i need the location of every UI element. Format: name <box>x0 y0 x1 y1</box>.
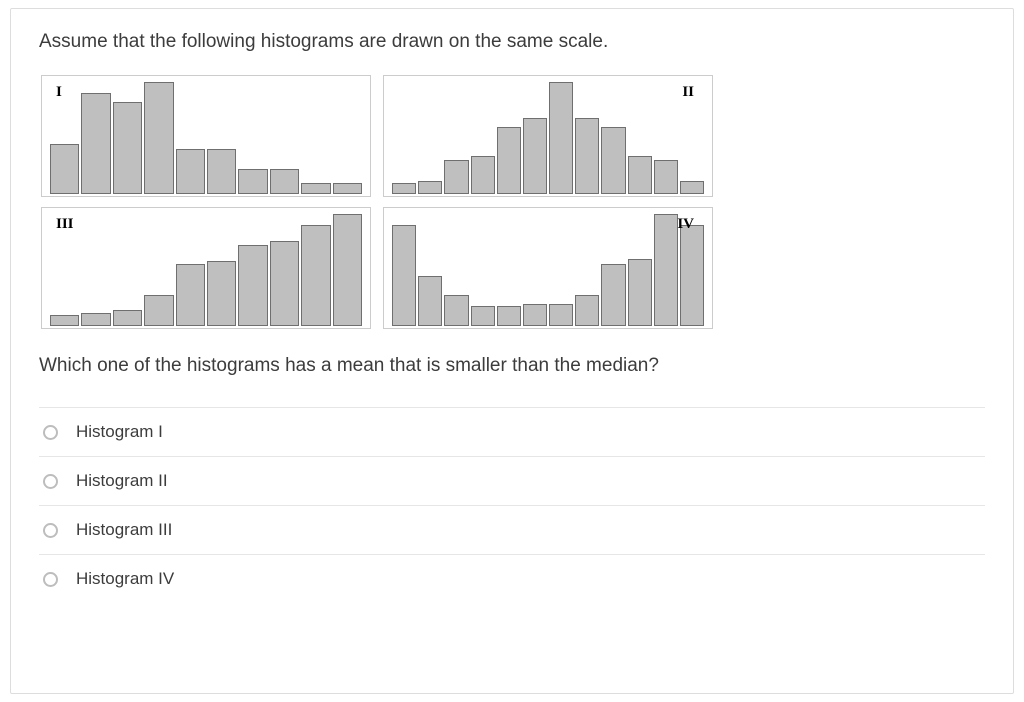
histogram-label: II <box>682 84 694 101</box>
histogram-bar <box>523 304 547 326</box>
histogram-bar <box>523 118 547 194</box>
answer-option-label: Histogram II <box>76 471 168 491</box>
histogram-label: I <box>56 84 62 101</box>
histogram-IV: IV <box>383 207 713 329</box>
answer-option-label: Histogram IV <box>76 569 174 589</box>
histogram-bar <box>113 102 142 194</box>
histogram-bar <box>270 241 299 326</box>
histogram-bars <box>50 214 362 326</box>
histogram-bar <box>549 304 573 326</box>
histogram-bar <box>575 118 599 194</box>
answer-option[interactable]: Histogram I <box>39 407 985 456</box>
histogram-bar <box>418 181 442 194</box>
answer-option[interactable]: Histogram IV <box>39 554 985 604</box>
histogram-I: I <box>41 75 371 197</box>
histogram-bar <box>497 127 521 194</box>
radio-icon[interactable] <box>43 474 58 489</box>
histogram-bar <box>601 264 625 326</box>
histogram-bar <box>654 160 678 194</box>
histogram-bar <box>392 183 416 194</box>
histogram-bar <box>471 306 495 326</box>
answer-option[interactable]: Histogram II <box>39 456 985 505</box>
histogram-bar <box>680 225 704 326</box>
question-card: Assume that the following histograms are… <box>10 8 1014 694</box>
histogram-bar <box>549 82 573 194</box>
histogram-bar <box>144 82 173 194</box>
radio-icon[interactable] <box>43 572 58 587</box>
histogram-bar <box>176 149 205 194</box>
histogram-bar <box>81 313 110 326</box>
histogram-bar <box>50 315 79 326</box>
histogram-bar <box>333 183 362 194</box>
histogram-II: II <box>383 75 713 197</box>
histogram-bar <box>270 169 299 194</box>
histogram-bar <box>444 295 468 326</box>
answer-option-label: Histogram III <box>76 520 172 540</box>
histogram-bar <box>418 276 442 326</box>
histogram-bar <box>601 127 625 194</box>
histogram-bar <box>81 93 110 194</box>
radio-icon[interactable] <box>43 425 58 440</box>
histogram-bar <box>207 149 236 194</box>
histogram-bars <box>392 82 704 194</box>
histogram-III: III <box>41 207 371 329</box>
histogram-bar <box>333 214 362 326</box>
histogram-bar <box>575 295 599 326</box>
histogram-bar <box>207 261 236 326</box>
histogram-bars <box>392 214 704 326</box>
histogram-label: IV <box>677 216 694 233</box>
histogram-bar <box>238 245 267 326</box>
histogram-grid: I II III IV <box>41 75 985 329</box>
histogram-label: III <box>56 216 74 233</box>
radio-icon[interactable] <box>43 523 58 538</box>
histogram-bar <box>144 295 173 326</box>
answer-option-label: Histogram I <box>76 422 163 442</box>
histogram-bar <box>654 214 678 326</box>
histogram-bar <box>301 225 330 326</box>
histogram-bar <box>301 183 330 194</box>
answer-option[interactable]: Histogram III <box>39 505 985 554</box>
histogram-bars <box>50 82 362 194</box>
histogram-bar <box>628 259 652 326</box>
page: Assume that the following histograms are… <box>0 0 1024 702</box>
question-followup: Which one of the histograms has a mean t… <box>39 355 985 377</box>
histogram-bar <box>628 156 652 194</box>
histogram-bar <box>113 310 142 326</box>
histogram-bar <box>50 144 79 194</box>
histogram-bar <box>497 306 521 326</box>
histogram-bar <box>444 160 468 194</box>
histogram-bar <box>680 181 704 194</box>
histogram-bar <box>238 169 267 194</box>
answer-options: Histogram I Histogram II Histogram III H… <box>39 407 985 604</box>
question-prompt: Assume that the following histograms are… <box>39 31 985 53</box>
histogram-bar <box>471 156 495 194</box>
histogram-bar <box>392 225 416 326</box>
histogram-bar <box>176 264 205 326</box>
